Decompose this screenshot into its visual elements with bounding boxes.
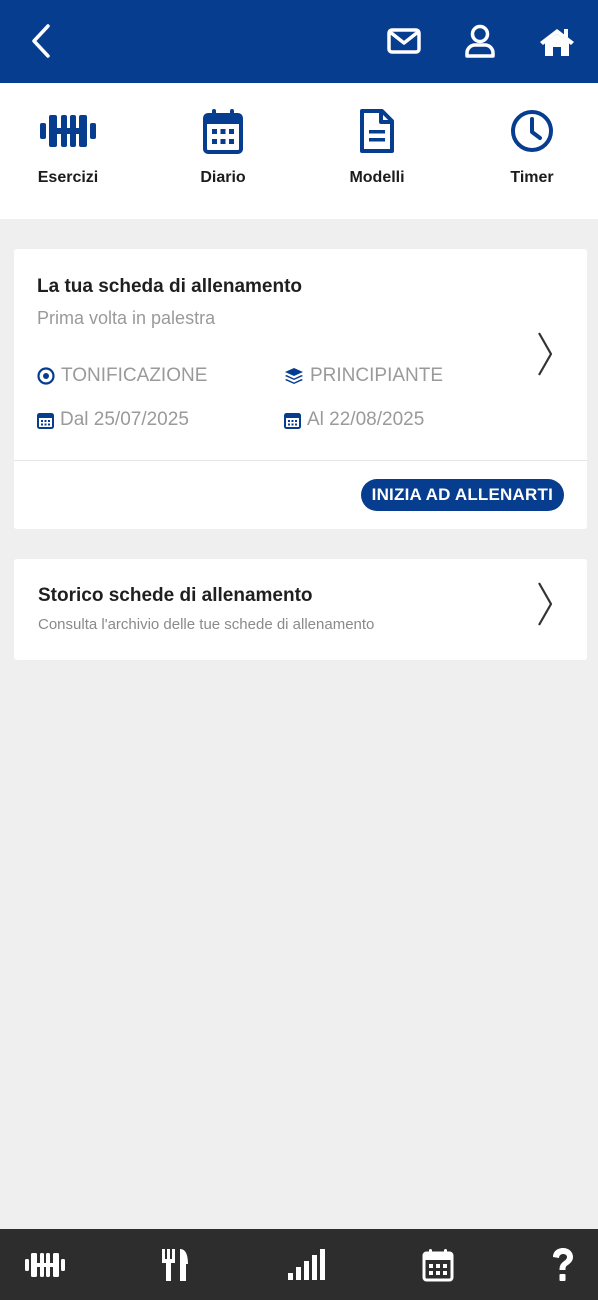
open-plan-button[interactable] — [536, 331, 554, 382]
layers-icon — [285, 368, 303, 384]
top-app-bar — [0, 0, 598, 83]
calendar-icon — [284, 413, 301, 429]
bottom-nav-progress[interactable] — [281, 1243, 331, 1287]
target-icon — [37, 367, 55, 385]
calendar-icon — [422, 1249, 454, 1282]
workout-plan-title: La tua scheda di allenamento — [37, 276, 303, 297]
open-history-button[interactable] — [536, 581, 554, 632]
profile-button[interactable] — [457, 18, 503, 64]
history-card[interactable]: Storico schede di allenamento Consulta l… — [14, 559, 587, 660]
fork-knife-icon — [162, 1249, 188, 1281]
chevron-right-icon — [538, 332, 553, 376]
back-button[interactable] — [18, 18, 64, 64]
messages-button[interactable] — [381, 18, 427, 64]
signal-bars-icon — [288, 1249, 325, 1280]
bottom-nav-help[interactable] — [538, 1243, 588, 1287]
card-divider — [14, 460, 587, 461]
start-workout-button[interactable]: INIZIA AD ALLENARTI — [360, 479, 564, 511]
level-meta: PRINCIPIANTE — [284, 365, 443, 387]
quick-nav-templates[interactable]: Modelli — [317, 105, 437, 187]
user-icon — [465, 24, 495, 58]
clock-icon — [511, 110, 553, 152]
quick-nav-exercises[interactable]: Esercizi — [8, 105, 128, 187]
calendar-icon — [203, 109, 243, 154]
start-date-meta: Dal 25/07/2025 — [37, 409, 189, 431]
goal-text: TONIFICAZIONE — [61, 365, 208, 386]
quick-nav-label: Modelli — [349, 169, 405, 186]
end-date-text: Al 22/08/2025 — [307, 409, 425, 430]
level-text: PRINCIPIANTE — [310, 365, 444, 386]
bottom-nav-workout[interactable] — [20, 1243, 70, 1287]
bottom-nav-bar — [0, 1229, 598, 1300]
quick-nav: Esercizi Diario Modelli Timer — [0, 83, 598, 219]
end-date-meta: Al 22/08/2025 — [284, 409, 424, 431]
goal-meta: TONIFICAZIONE — [37, 365, 207, 387]
history-title: Storico schede di allenamento — [38, 585, 313, 606]
bottom-nav-calendar[interactable] — [413, 1243, 463, 1287]
dumbbell-icon — [40, 115, 96, 147]
bottom-nav-nutrition[interactable] — [150, 1243, 200, 1287]
home-button[interactable] — [534, 18, 580, 64]
envelope-icon — [387, 28, 421, 54]
calendar-icon — [37, 413, 54, 429]
chevron-left-icon — [32, 24, 50, 58]
quick-nav-timer[interactable]: Timer — [472, 105, 592, 187]
quick-nav-label: Timer — [510, 169, 554, 186]
home-icon — [540, 29, 574, 56]
quick-nav-diary[interactable]: Diario — [163, 105, 283, 187]
question-icon — [553, 1248, 573, 1281]
start-date-text: Dal 25/07/2025 — [60, 409, 189, 430]
history-subtitle: Consulta l'archivio delle tue schede di … — [38, 616, 375, 633]
document-icon — [360, 109, 394, 153]
quick-nav-label: Diario — [200, 169, 246, 186]
workout-plan-subtitle: Prima volta in palestra — [37, 308, 216, 328]
quick-nav-label: Esercizi — [37, 169, 99, 186]
chevron-right-icon — [538, 582, 553, 626]
workout-plan-card[interactable]: La tua scheda di allenamento Prima volta… — [14, 249, 587, 529]
dumbbell-icon — [25, 1253, 65, 1277]
